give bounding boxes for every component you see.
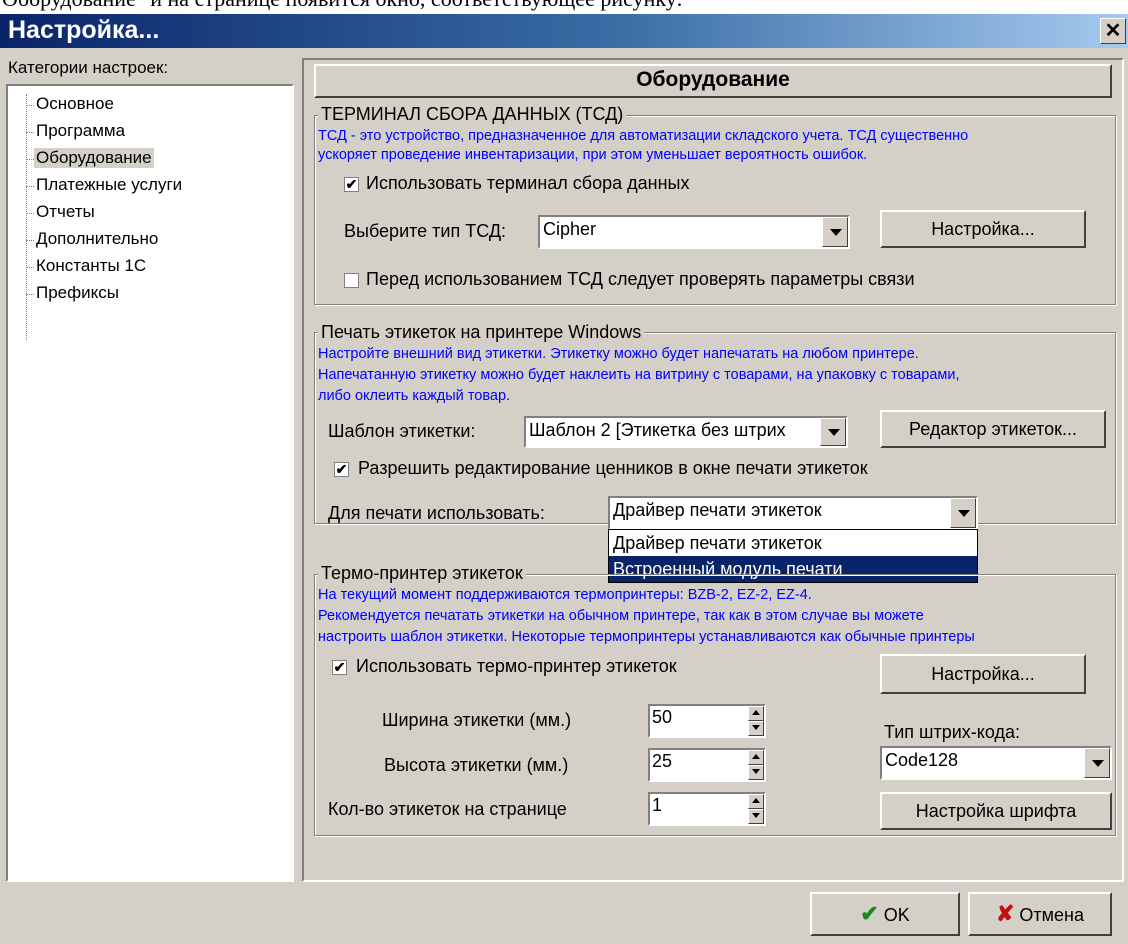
document-text: Оборудование" и на странице появится окн…: [2, 0, 683, 12]
sidebar-heading: Категории настроек:: [8, 58, 169, 77]
print-with-select[interactable]: Драйвер печати этикеток: [608, 496, 978, 530]
spin-up-icon[interactable]: [748, 794, 764, 809]
width-label: Ширина этикетки (мм.): [382, 710, 572, 730]
height-value: 25: [652, 751, 673, 771]
chevron-down-icon[interactable]: [822, 217, 848, 247]
settings-panel: Оборудование ТЕРМИНАЛ СБОРА ДАННЫХ (ТСД)…: [302, 58, 1124, 882]
windows-print-desc-1: Настройте внешний вид этикетки. Этикетку…: [318, 346, 919, 362]
tsd-description-1: ТСД - это устройство, предназначенное дл…: [318, 128, 969, 144]
thermo-use-checkbox[interactable]: ✔: [332, 660, 347, 675]
height-stepper[interactable]: 25: [648, 748, 766, 782]
template-value: Шаблон 2 [Этикетка без штрих: [529, 420, 786, 440]
thermo-desc-3: настроить шаблон этикетки. Некоторые тер…: [318, 629, 975, 645]
tsd-group-title: ТЕРМИНАЛ СБОРА ДАННЫХ (ТСД): [318, 104, 627, 125]
font-settings-button[interactable]: Настройка шрифта: [880, 792, 1112, 830]
spin-down-icon[interactable]: [748, 721, 764, 736]
print-option-driver[interactable]: Драйвер печати этикеток: [609, 530, 977, 556]
width-stepper[interactable]: 50: [648, 704, 766, 738]
barcode-value: Code128: [885, 750, 959, 770]
tree-connector: [26, 105, 34, 106]
checkmark-icon: ✔: [860, 901, 879, 926]
window-title: Настройка...: [8, 16, 160, 44]
tree-line: [26, 94, 27, 340]
tsd-type-label: Выберите тип ТСД:: [344, 221, 507, 241]
tree-item-programma[interactable]: Программа: [34, 121, 127, 141]
tree-item-osnovnoe[interactable]: Основное: [34, 94, 116, 114]
close-button[interactable]: ✕: [1100, 18, 1126, 44]
cancel-label: Отмена: [1019, 905, 1085, 925]
tree-item-oborudovanie[interactable]: Оборудование: [34, 148, 154, 168]
tsd-type-value: Cipher: [543, 219, 597, 239]
allow-edit-checkbox[interactable]: ✔: [334, 462, 349, 477]
dialog-body: Категории настроек: Основное Программа О…: [0, 48, 1128, 944]
barcode-select[interactable]: Code128: [880, 746, 1112, 780]
windows-print-title: Печать этикеток на принтере Windows: [318, 322, 645, 343]
title-bar: Настройка... ✕: [0, 14, 1128, 48]
thermo-desc-1: На текущий момент поддерживаются термопр…: [318, 587, 812, 603]
windows-print-desc-2: Напечатанную этикетку можно будет наклеи…: [318, 367, 960, 383]
thermo-use-label: Использовать термо-принтер этикеток: [356, 656, 677, 676]
spin-down-icon[interactable]: [748, 765, 764, 780]
print-with-label: Для печати использовать:: [328, 503, 545, 523]
thermo-settings-button[interactable]: Настройка...: [880, 654, 1086, 694]
template-label: Шаблон этикетки:: [328, 421, 476, 441]
document-text-strip: Оборудование" и на странице появится окн…: [0, 0, 1128, 14]
spin-down-icon[interactable]: [748, 809, 764, 824]
tree-connector: [26, 186, 34, 187]
height-label: Высота этикетки (мм.): [384, 755, 569, 775]
ok-label: OK: [883, 905, 910, 925]
print-with-value: Драйвер печати этикеток: [613, 500, 822, 520]
tsd-type-select[interactable]: Cipher: [538, 215, 850, 249]
windows-print-desc-3: либо оклеить каждый товар.: [318, 388, 511, 404]
tree-connector: [26, 240, 34, 241]
tsd-check-label: Перед использованием ТСД следует проверя…: [366, 269, 915, 289]
tsd-use-checkbox[interactable]: ✔: [344, 177, 359, 192]
tree-item-platezhnye-uslugi[interactable]: Платежные услуги: [34, 175, 184, 195]
tree-item-prefiksy[interactable]: Префиксы: [34, 283, 121, 303]
width-value: 50: [652, 707, 673, 727]
thermo-desc-2: Рекомендуется печатать этикетки на обычн…: [318, 608, 924, 624]
chevron-down-icon[interactable]: [820, 418, 846, 446]
barcode-label: Тип штрих-кода:: [884, 722, 1020, 742]
close-icon: ✕: [1104, 20, 1122, 42]
tsd-check-checkbox[interactable]: [344, 273, 359, 288]
tree-connector: [26, 294, 34, 295]
tsd-settings-button[interactable]: Настройка...: [880, 210, 1086, 248]
count-stepper[interactable]: 1: [648, 792, 766, 826]
tree-connector: [26, 159, 34, 160]
allow-edit-label: Разрешить редактирование ценников в окне…: [358, 458, 868, 478]
count-label: Кол-во этикеток на странице: [328, 799, 567, 819]
chevron-down-icon[interactable]: [1084, 748, 1110, 778]
tree-item-konstanty-1c[interactable]: Константы 1С: [34, 256, 148, 276]
cross-icon: ✘: [995, 901, 1015, 926]
panel-title: Оборудование: [314, 64, 1112, 98]
chevron-down-icon[interactable]: [950, 498, 976, 528]
spin-up-icon[interactable]: [748, 706, 764, 721]
spin-up-icon[interactable]: [748, 750, 764, 765]
tree-item-otchety[interactable]: Отчеты: [34, 202, 97, 222]
label-editor-button[interactable]: Редактор этикеток...: [880, 410, 1106, 448]
tree-item-dopolnitelno[interactable]: Дополнительно: [34, 229, 160, 249]
tree-connector: [26, 213, 34, 214]
tree-connector: [26, 132, 34, 133]
ok-button[interactable]: ✔ OK: [810, 892, 960, 936]
tree-connector: [26, 267, 34, 268]
tsd-description-2: ускоряет проведение инвентаризации, при …: [318, 147, 868, 163]
count-value: 1: [652, 795, 663, 815]
cancel-button[interactable]: ✘ Отмена: [968, 892, 1112, 936]
template-select[interactable]: Шаблон 2 [Этикетка без штрих: [524, 416, 848, 448]
thermo-group-title: Термо-принтер этикеток: [318, 563, 526, 584]
tsd-use-label: Использовать терминал сбора данных: [366, 173, 690, 193]
category-tree[interactable]: Основное Программа Оборудование Платежны…: [6, 84, 294, 882]
